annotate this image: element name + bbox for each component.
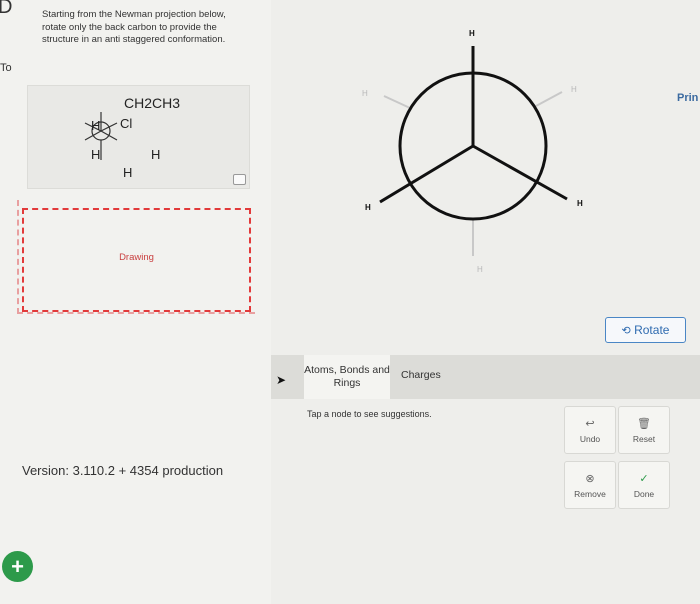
done-button[interactable]: ✓ Done	[618, 461, 670, 509]
checkmark-icon: ✓	[639, 473, 649, 485]
trash-icon: 🗑	[637, 418, 651, 430]
undo-icon: ↩	[585, 418, 595, 430]
undo-button[interactable]: ↩ Undo	[564, 406, 616, 454]
back-bond-upper-left[interactable]	[383, 95, 411, 109]
tab-atoms-bonds-rings[interactable]: Atoms, Bonds and Rings	[304, 355, 390, 399]
back-label-bottom[interactable]: H	[477, 265, 483, 274]
remove-button[interactable]: ⊗ Remove	[564, 461, 616, 509]
back-label-upper-left[interactable]: H	[362, 89, 368, 98]
back-label-upper-right[interactable]: H	[571, 85, 577, 94]
front-bond-lower-left[interactable]	[379, 144, 474, 204]
back-bond-upper-right[interactable]	[535, 91, 563, 107]
tab-charges[interactable]: Charges	[401, 369, 441, 381]
rotate-label: Rotate	[634, 323, 670, 337]
remove-label: Remove	[574, 489, 606, 499]
front-label-lower-right[interactable]: H	[577, 199, 583, 208]
newman-editor-canvas[interactable]: H H H H H H	[0, 0, 700, 604]
front-label-lower-left[interactable]: H	[365, 203, 371, 212]
remove-icon: ⊗	[585, 473, 595, 485]
rotate-button[interactable]: ⟲ Rotate	[605, 317, 686, 343]
mouse-cursor-icon: ➤	[276, 373, 287, 387]
front-label-top[interactable]: H	[469, 29, 475, 38]
reset-button[interactable]: 🗑 Reset	[618, 406, 670, 454]
front-bond-lower-right[interactable]	[472, 144, 568, 201]
undo-label: Undo	[579, 434, 601, 444]
print-link-partial[interactable]: Prin	[677, 92, 698, 104]
done-label: Done	[633, 489, 655, 499]
rotate-icon: ⟲	[621, 325, 631, 337]
suggestion-hint: Tap a node to see suggestions.	[307, 409, 432, 419]
reset-label: Reset	[632, 434, 656, 444]
editor-toolbar: Atoms, Bonds and Rings Charges	[271, 355, 700, 399]
